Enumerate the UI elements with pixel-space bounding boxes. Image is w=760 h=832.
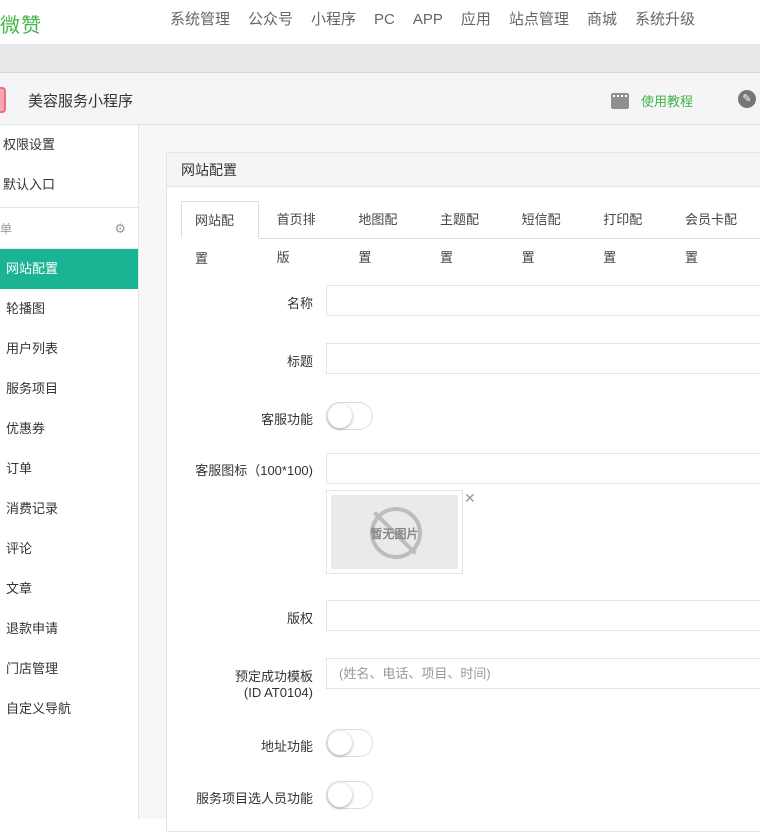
service-toggle[interactable]	[326, 402, 373, 430]
menu-item-upgrade[interactable]: 系统升级	[635, 0, 695, 45]
staff-toggle[interactable]	[326, 781, 373, 809]
account-avatar	[0, 87, 6, 113]
top-navbar: 微赞 系统管理 公众号 小程序 PC APP 应用 站点管理 商城 系统升级	[0, 0, 760, 45]
tutorial-label[interactable]: 使用教程	[641, 91, 693, 110]
copyright-label: 版权	[286, 611, 313, 626]
video-icon	[611, 92, 629, 109]
no-image-text: 暂无图片	[370, 527, 419, 541]
menu-item-mall[interactable]: 商城	[587, 0, 617, 45]
menu-item-app[interactable]: APP	[413, 0, 443, 45]
sidebar-item-refunds[interactable]: 退款申请	[0, 609, 138, 649]
staff-label: 服务项目选人员功能	[195, 791, 313, 806]
toggle-knob	[328, 731, 352, 755]
menu-item-official-account[interactable]: 公众号	[248, 0, 293, 45]
account-bar: 美容服务小程序 使用教程 ✎	[0, 73, 760, 125]
main-content: 网站配置 网站配置 首页排版 地图配置 主题配置 短信配置 打印配置 会员卡配置…	[139, 125, 760, 832]
config-panel: 网站配置 网站配置 首页排版 地图配置 主题配置 短信配置 打印配置 会员卡配置…	[166, 152, 760, 832]
sidebar-item-site-config[interactable]: 网站配置	[0, 249, 138, 289]
sidebar-item-permissions[interactable]: 权限设置	[0, 125, 138, 165]
address-toggle[interactable]	[326, 729, 373, 757]
top-menu: 系统管理 公众号 小程序 PC APP 应用 站点管理 商城 系统升级	[170, 0, 713, 45]
service-label: 客服功能	[260, 412, 313, 427]
image-preview: 暂无图片	[326, 490, 463, 574]
sidebar-item-comments[interactable]: 评论	[0, 529, 138, 569]
address-label: 地址功能	[260, 739, 313, 754]
menu-item-system[interactable]: 系统管理	[170, 0, 230, 45]
copyright-input[interactable]	[326, 600, 760, 631]
sidebar-item-custom-nav[interactable]: 自定义导航	[0, 689, 138, 729]
tab-site-config[interactable]: 网站配置	[181, 201, 259, 266]
sidebar-item-consumption[interactable]: 消费记录	[0, 489, 138, 529]
template-label-line1: 预定成功模板	[234, 669, 313, 684]
service-icon-label: 客服图标（100*100)	[195, 463, 313, 478]
menu-item-mini-program[interactable]: 小程序	[311, 0, 356, 45]
name-label: 名称	[286, 296, 313, 311]
menu-item-site-manage[interactable]: 站点管理	[509, 0, 569, 45]
tab-home-layout[interactable]: 首页排版	[263, 201, 341, 265]
toggle-knob	[328, 404, 352, 428]
sidebar-item-articles[interactable]: 文章	[0, 569, 138, 609]
sidebar-item-coupons[interactable]: 优惠券	[0, 409, 138, 449]
sidebar-item-user-list[interactable]: 用户列表	[0, 329, 138, 369]
sidebar-item-stores[interactable]: 门店管理	[0, 649, 138, 689]
title-label: 标题	[286, 354, 313, 369]
tab-theme-config[interactable]: 主题配置	[426, 201, 504, 265]
template-input[interactable]	[326, 658, 760, 689]
toggle-knob	[328, 783, 352, 807]
sidebar-item-default-entry[interactable]: 默认入口	[0, 165, 138, 205]
sidebar-item-carousel[interactable]: 轮播图	[0, 289, 138, 329]
header-band	[0, 45, 760, 73]
template-label-line2: (ID AT0104)	[243, 685, 313, 700]
tab-sms-config[interactable]: 短信配置	[508, 201, 586, 265]
edit-icon[interactable]: ✎	[738, 90, 756, 108]
title-input[interactable]	[326, 343, 760, 374]
sidebar-item-services[interactable]: 服务项目	[0, 369, 138, 409]
no-image-placeholder: 暂无图片	[331, 495, 458, 569]
account-name: 美容服务小程序	[28, 93, 134, 110]
tab-map-config[interactable]: 地图配置	[344, 201, 422, 265]
sidebar: 权限设置 默认入口 单 ⚙ 网站配置 轮播图 用户列表 服务项目 优惠券 订单 …	[0, 125, 139, 819]
panel-title: 网站配置	[167, 153, 760, 187]
tab-member-card-config[interactable]: 会员卡配置	[671, 201, 760, 265]
sidebar-item-orders[interactable]: 订单	[0, 449, 138, 489]
sidebar-section-header: 单 ⚙	[0, 207, 138, 249]
tutorial-link[interactable]: 使用教程	[611, 91, 693, 110]
menu-item-pc[interactable]: PC	[374, 0, 395, 45]
config-tabs: 网站配置 首页排版 地图配置 主题配置 短信配置 打印配置 会员卡配置	[181, 201, 760, 266]
tab-print-config[interactable]: 打印配置	[589, 201, 667, 265]
menu-item-apps[interactable]: 应用	[461, 0, 491, 45]
name-input[interactable]	[326, 285, 760, 316]
brand-logo[interactable]: 微赞	[0, 9, 42, 38]
service-icon-input[interactable]	[326, 453, 760, 484]
sidebar-section-label: 单	[0, 222, 13, 236]
close-icon[interactable]: ✕	[464, 490, 476, 507]
gear-icon[interactable]: ⚙	[114, 208, 126, 250]
